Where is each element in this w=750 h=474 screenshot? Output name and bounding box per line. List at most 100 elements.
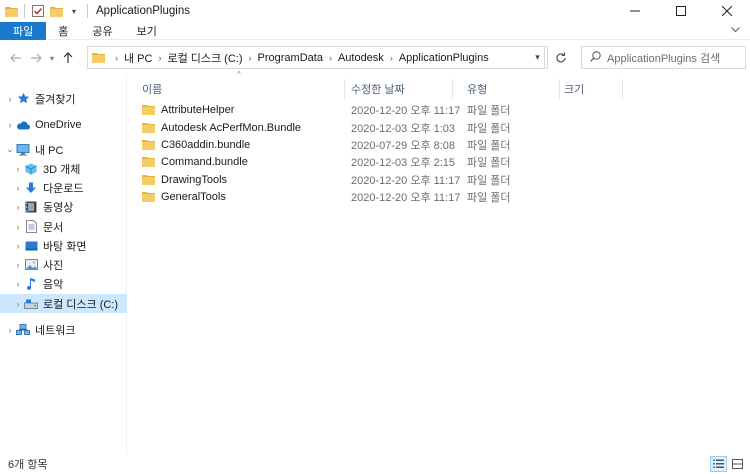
nav-item-favorites[interactable]: › 즐겨찾기: [0, 89, 127, 108]
properties-icon[interactable]: [31, 4, 45, 18]
expand-chevron-icon[interactable]: ›: [12, 279, 24, 289]
file-type: 파일 폴더: [467, 104, 511, 117]
nav-item-label: 다운로드: [43, 182, 84, 195]
nav-item-my-pc[interactable]: ⌄ 내 PC: [0, 140, 127, 159]
nav-item-label: 로컬 디스크 (C:): [43, 298, 119, 311]
nav-item-onedrive[interactable]: › OneDrive: [0, 115, 127, 134]
table-row[interactable]: DrawingTools 2020-12-20 오후 11:17 파일 폴더: [128, 171, 750, 188]
table-row[interactable]: C360addin.bundle 2020-07-29 오후 8:08 파일 폴…: [128, 136, 750, 153]
file-name-cell: DrawingTools: [142, 174, 227, 186]
ribbon-expand-icon[interactable]: [731, 24, 740, 36]
address-dropdown-button[interactable]: ▾: [528, 46, 548, 69]
refresh-button[interactable]: [549, 46, 573, 69]
file-date: 2020-12-20 오후 11:17: [351, 191, 461, 204]
back-button[interactable]: [6, 47, 26, 69]
expand-chevron-icon[interactable]: ›: [4, 94, 16, 104]
details-view-button[interactable]: [710, 456, 727, 472]
column-header-size[interactable]: 크기: [550, 79, 623, 99]
new-folder-icon[interactable]: [49, 4, 63, 18]
file-name: Autodesk AcPerfMon.Bundle: [161, 121, 302, 134]
collapse-chevron-icon[interactable]: ⌄: [4, 144, 16, 155]
column-header-date[interactable]: 수정한 날짜: [337, 79, 453, 99]
file-name: AttributeHelper: [161, 103, 235, 116]
forward-arrow-icon: [31, 53, 42, 63]
nav-item-label: 3D 개체: [43, 163, 81, 176]
breadcrumb-applicationplugins[interactable]: ApplicationPlugins: [399, 52, 489, 64]
ribbon-tabs: 파일 홈 공유 보기: [0, 21, 750, 40]
expand-chevron-icon[interactable]: ›: [12, 183, 24, 193]
nav-item-label: 문서: [43, 221, 64, 234]
refresh-icon: [556, 52, 566, 62]
file-list: ^ 이름 수정한 날짜 유형 크기 AttributeHelper 2020-1…: [128, 70, 750, 454]
table-row[interactable]: Command.bundle 2020-12-03 오후 2:15 파일 폴더: [128, 153, 750, 170]
nav-item-network[interactable]: › 네트워크: [0, 320, 127, 339]
nav-item-downloads[interactable]: › 다운로드: [0, 178, 127, 197]
nav-item-label: OneDrive: [35, 118, 82, 131]
breadcrumb-programdata[interactable]: ProgramData: [258, 52, 323, 64]
expand-chevron-icon[interactable]: ›: [12, 260, 24, 270]
item-count: 6개 항목: [8, 459, 48, 471]
cube-icon: [24, 162, 38, 176]
separator: [87, 4, 88, 18]
close-button[interactable]: [704, 0, 750, 22]
address-bar[interactable]: › 내 PC › 로컬 디스크 (C:) › ProgramData › Aut…: [87, 46, 545, 69]
table-row[interactable]: AttributeHelper 2020-12-20 오후 11:17 파일 폴…: [128, 101, 750, 118]
drive-icon: [24, 297, 38, 311]
nav-item-local-disk[interactable]: › 로컬 디스크 (C:): [0, 294, 127, 313]
expand-chevron-icon[interactable]: ›: [12, 241, 24, 251]
chevron-right-icon[interactable]: ›: [390, 53, 393, 63]
expand-chevron-icon[interactable]: ›: [12, 202, 24, 212]
large-icons-view-button[interactable]: [729, 456, 746, 472]
search-icon: [590, 50, 601, 65]
nav-item-desktop[interactable]: › 바탕 화면: [0, 236, 127, 255]
chevron-right-icon[interactable]: ›: [115, 53, 118, 63]
music-icon: [24, 277, 38, 291]
minimize-button[interactable]: [612, 0, 658, 22]
navigation-pane: › 즐겨찾기 › OneDrive ⌄ 내 PC › 3D 개체 › 다운로드 …: [0, 75, 127, 454]
file-date: 2020-12-03 오후 1:03: [351, 122, 456, 135]
chevron-right-icon[interactable]: ›: [329, 53, 332, 63]
column-header-type[interactable]: 유형: [453, 79, 560, 99]
column-header-name[interactable]: 이름: [128, 79, 345, 99]
expand-chevron-icon[interactable]: ›: [12, 299, 24, 309]
forward-button[interactable]: [26, 47, 46, 69]
picture-icon: [24, 258, 38, 272]
recent-locations-button[interactable]: ▾: [46, 47, 58, 69]
maximize-button[interactable]: [658, 0, 704, 22]
download-icon: [24, 181, 38, 195]
nav-item-music[interactable]: › 음악: [0, 274, 127, 293]
expand-chevron-icon[interactable]: ›: [4, 120, 16, 130]
tab-view[interactable]: 보기: [125, 22, 169, 40]
table-row[interactable]: GeneralTools 2020-12-20 오후 11:17 파일 폴더: [128, 188, 750, 205]
breadcrumb-my-pc[interactable]: 내 PC: [124, 50, 152, 66]
search-placeholder: ApplicationPlugins 검색: [607, 52, 721, 65]
nav-item-documents[interactable]: › 문서: [0, 217, 127, 236]
up-button[interactable]: [58, 47, 78, 69]
expand-chevron-icon[interactable]: ›: [12, 222, 24, 232]
chevron-right-icon[interactable]: ›: [158, 53, 161, 63]
expand-chevron-icon[interactable]: ›: [4, 325, 16, 335]
search-input[interactable]: ApplicationPlugins 검색: [581, 46, 746, 69]
chevron-down-icon: ▾: [535, 52, 540, 62]
breadcrumb-autodesk[interactable]: Autodesk: [338, 52, 384, 64]
back-arrow-icon: [10, 53, 21, 63]
folder-icon: [142, 191, 155, 202]
file-name-cell: Command.bundle: [142, 156, 248, 168]
chevron-right-icon[interactable]: ›: [249, 53, 252, 63]
customize-toolbar-icon[interactable]: ▾: [67, 4, 81, 18]
tab-share[interactable]: 공유: [80, 22, 124, 40]
nav-item-label: 바탕 화면: [43, 240, 87, 253]
tab-file[interactable]: 파일: [0, 21, 47, 40]
tab-home[interactable]: 홈: [46, 22, 80, 40]
table-row[interactable]: Autodesk AcPerfMon.Bundle 2020-12-03 오후 …: [128, 119, 750, 136]
document-icon: [24, 220, 38, 234]
nav-item-videos[interactable]: › 동영상: [0, 197, 127, 216]
file-type: 파일 폴더: [467, 174, 511, 187]
folder-icon: [142, 156, 155, 167]
file-type: 파일 폴더: [467, 191, 511, 204]
nav-item-label: 동영상: [43, 201, 74, 214]
expand-chevron-icon[interactable]: ›: [12, 164, 24, 174]
breadcrumb-local-disk[interactable]: 로컬 디스크 (C:): [167, 50, 242, 66]
nav-item-3d-objects[interactable]: › 3D 개체: [0, 159, 127, 178]
nav-item-pictures[interactable]: › 사진: [0, 255, 127, 274]
